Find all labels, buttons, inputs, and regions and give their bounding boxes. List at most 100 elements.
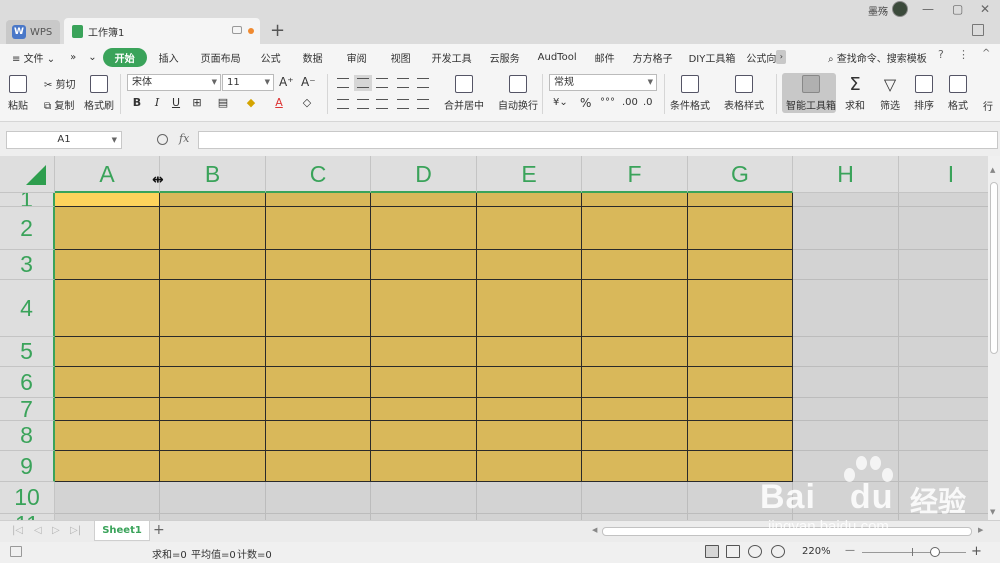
menu-insert[interactable]: 插入 [147, 50, 191, 65]
cell-a6[interactable] [55, 367, 160, 398]
row-header-5[interactable]: 5 [0, 337, 55, 367]
cell-f6[interactable] [582, 367, 688, 398]
menu-diy-toolbox[interactable]: DIY工具箱 [682, 50, 743, 65]
cell-i10[interactable] [899, 482, 988, 514]
cell-f9[interactable] [582, 451, 688, 482]
increase-decimal-icon[interactable]: .00 [622, 97, 638, 108]
cell-i5[interactable] [899, 337, 988, 367]
cell-g6[interactable] [688, 367, 793, 398]
cell-c6[interactable] [266, 367, 371, 398]
cell-a1[interactable] [55, 193, 160, 207]
cell-c1[interactable] [266, 193, 371, 207]
cell-i2[interactable] [899, 207, 988, 250]
cell-g4[interactable] [688, 280, 793, 337]
cell-h7[interactable] [793, 398, 899, 421]
cell-c9[interactable] [266, 451, 371, 482]
menu-cloud[interactable]: 云服务 [481, 50, 529, 65]
underline-button[interactable]: U [169, 96, 183, 110]
scroll-left-icon[interactable]: ◀ [592, 526, 597, 534]
column-header-c[interactable]: C [266, 156, 371, 193]
conditional-format-button[interactable]: 条件格式 [670, 75, 710, 112]
cell-d4[interactable] [371, 280, 477, 337]
cell-i9[interactable] [899, 451, 988, 482]
cell-g9[interactable] [688, 451, 793, 482]
cell-h10[interactable] [793, 482, 899, 514]
row-header-9[interactable]: 9 [0, 451, 55, 482]
cell-i4[interactable] [899, 280, 988, 337]
cell-g5[interactable] [688, 337, 793, 367]
minimize-button[interactable]: — [922, 2, 934, 16]
menu-file[interactable]: ≡ 文件 ⌄ [8, 50, 64, 65]
bold-button[interactable]: B [130, 96, 144, 110]
row-col-button[interactable]: 行 [983, 98, 993, 113]
cell-e10[interactable] [477, 482, 582, 514]
cell-d3[interactable] [371, 250, 477, 280]
cell-c7[interactable] [266, 398, 371, 421]
user-name[interactable]: 墨殇 [868, 3, 888, 18]
menu-developer[interactable]: 开发工具 [423, 50, 481, 65]
cell-b8[interactable] [160, 421, 266, 451]
first-sheet-icon[interactable]: |◁ [12, 525, 23, 536]
cell-e3[interactable] [477, 250, 582, 280]
scroll-up-icon[interactable]: ▲ [990, 166, 995, 174]
cell-b9[interactable] [160, 451, 266, 482]
align-top-icon[interactable] [337, 78, 349, 88]
cell-e4[interactable] [477, 280, 582, 337]
cell-c5[interactable] [266, 337, 371, 367]
scroll-right-icon[interactable]: ▶ [978, 526, 983, 534]
cell-i6[interactable] [899, 367, 988, 398]
justify-icon[interactable] [397, 99, 409, 109]
cell-f5[interactable] [582, 337, 688, 367]
zoom-in-button[interactable]: + [971, 544, 982, 559]
sort-button[interactable]: 排序 [914, 75, 934, 112]
eye-protection-icon[interactable] [771, 545, 785, 558]
select-all-corner[interactable] [0, 156, 55, 193]
cell-i1[interactable] [899, 193, 988, 207]
menu-more-icon[interactable]: » [64, 52, 82, 63]
sum-button[interactable]: Σ 求和 [845, 75, 865, 113]
tab-document[interactable]: 工作簿1 [64, 18, 260, 44]
zoom-level[interactable]: 220% [802, 546, 831, 557]
cell-e1[interactable] [477, 193, 582, 207]
increase-font-icon[interactable]: A⁺ [279, 75, 294, 89]
vertical-scroll-thumb[interactable] [990, 182, 998, 354]
cell-b4[interactable] [160, 280, 266, 337]
cut-button[interactable]: ✂ 剪切 [44, 76, 76, 91]
menu-page-layout[interactable]: 页面布局 [191, 50, 251, 65]
cell-f3[interactable] [582, 250, 688, 280]
cell-e8[interactable] [477, 421, 582, 451]
cell-d1[interactable] [371, 193, 477, 207]
format-painter-button[interactable]: 格式刷 [84, 75, 114, 112]
font-color-icon[interactable]: A [272, 96, 286, 110]
cell-h4[interactable] [793, 280, 899, 337]
collapse-ribbon-icon[interactable]: ^ [982, 48, 990, 59]
cell-f4[interactable] [582, 280, 688, 337]
cell-h8[interactable] [793, 421, 899, 451]
cell-b1[interactable] [160, 193, 266, 207]
cell-e5[interactable] [477, 337, 582, 367]
cell-g10[interactable] [688, 482, 793, 514]
wrap-text-button[interactable]: 自动换行 [498, 75, 538, 112]
vertical-scrollbar[interactable]: ▲ ▼ [988, 156, 1000, 520]
row-header-3[interactable]: 3 [0, 250, 55, 280]
cell-g1[interactable] [688, 193, 793, 207]
menu-formulas[interactable]: 公式 [251, 50, 291, 65]
name-box[interactable]: A1 ▼ [6, 131, 122, 149]
align-right-icon[interactable] [376, 99, 388, 109]
filter-button[interactable]: ▽ 筛选 [880, 75, 900, 112]
percent-button[interactable]: % [580, 96, 591, 110]
prev-sheet-icon[interactable]: ◁ [34, 525, 42, 536]
cell-b3[interactable] [160, 250, 266, 280]
cell-g8[interactable] [688, 421, 793, 451]
row-header-6[interactable]: 6 [0, 367, 55, 398]
column-header-a[interactable]: A [55, 156, 160, 193]
row-header-10[interactable]: 10 [0, 482, 55, 514]
cell-d10[interactable] [371, 482, 477, 514]
align-bottom-icon[interactable] [376, 78, 388, 88]
decrease-font-icon[interactable]: A⁻ [301, 75, 316, 89]
formula-input[interactable] [198, 131, 998, 149]
cell-i8[interactable] [899, 421, 988, 451]
cell-a9[interactable] [55, 451, 160, 482]
quick-access-icon[interactable]: ⌄ [82, 52, 102, 63]
row-header-4[interactable]: 4 [0, 280, 55, 337]
